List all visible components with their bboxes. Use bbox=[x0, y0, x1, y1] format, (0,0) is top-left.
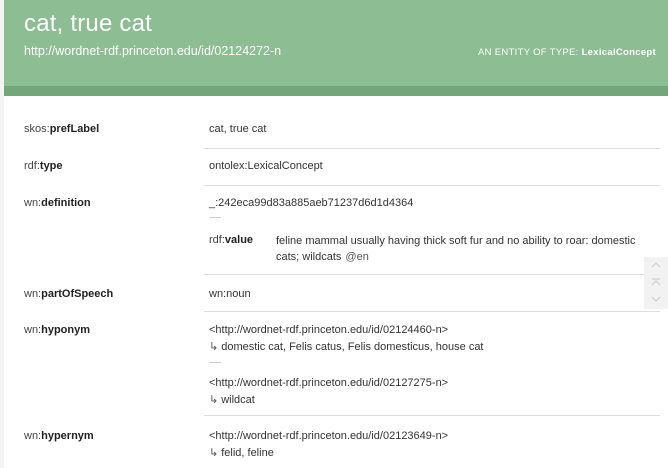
property-name[interactable]: wn:hypernym bbox=[24, 430, 94, 442]
item-divider bbox=[209, 362, 221, 363]
definition-text: feline mammal usually having thick soft … bbox=[276, 235, 636, 263]
arrow-icon: ↳ bbox=[209, 341, 219, 353]
hypernym-uri[interactable]: <http://wordnet-rdf.princeton.edu/id/021… bbox=[209, 430, 448, 442]
property-name[interactable]: skos:prefLabel bbox=[24, 123, 99, 135]
entity-type: AN ENTITY OF TYPE: LexicalConcept bbox=[478, 47, 656, 58]
row-divider bbox=[204, 415, 660, 416]
hyponym-uri[interactable]: <http://wordnet-rdf.princeton.edu/id/021… bbox=[209, 324, 448, 336]
entity-type-link[interactable]: LexicalConcept bbox=[582, 47, 656, 58]
language-tag: @en bbox=[345, 251, 369, 263]
property-name[interactable]: wn:hyponym bbox=[24, 324, 90, 336]
row-divider bbox=[204, 148, 660, 149]
hyponym-label: ↳ wildcat bbox=[209, 394, 255, 406]
header-divider-bar bbox=[4, 86, 668, 96]
property-value: cat, true cat bbox=[209, 123, 267, 135]
blank-node-id[interactable]: _:242eca99d83a885aeb71237d6d1d4364 bbox=[209, 197, 413, 209]
hyponym-uri[interactable]: <http://wordnet-rdf.princeton.edu/id/021… bbox=[209, 377, 448, 389]
property-name[interactable]: wn:partOfSpeech bbox=[24, 288, 113, 300]
row-divider bbox=[204, 274, 660, 275]
property-name[interactable]: rdf:type bbox=[24, 160, 63, 172]
property-value[interactable]: wn:noun bbox=[209, 288, 251, 300]
entity-uri[interactable]: http://wordnet-rdf.princeton.edu/id/0212… bbox=[24, 44, 281, 58]
property-name[interactable]: wn:definition bbox=[24, 197, 91, 209]
scroll-controls bbox=[644, 257, 668, 309]
row-divider bbox=[204, 185, 660, 186]
skip-top-icon[interactable] bbox=[644, 274, 668, 291]
arrow-icon: ↳ bbox=[209, 447, 219, 459]
chevron-down-icon[interactable] bbox=[644, 291, 668, 308]
nested-divider bbox=[209, 217, 221, 218]
page-title: cat, true cat bbox=[24, 10, 152, 37]
hyponym-label: ↳ domestic cat, Felis catus, Felis domest… bbox=[209, 341, 484, 353]
arrow-icon: ↳ bbox=[209, 394, 219, 406]
chevron-up-icon[interactable] bbox=[644, 257, 668, 274]
property-value[interactable]: ontolex:LexicalConcept bbox=[209, 160, 323, 172]
nested-property-name[interactable]: rdf:value bbox=[209, 234, 253, 246]
row-divider bbox=[204, 311, 660, 312]
hypernym-label: ↳ felid, feline bbox=[209, 447, 274, 459]
page-header: cat, true cat http://wordnet-rdf.princet… bbox=[4, 0, 668, 86]
entity-type-prefix: AN ENTITY OF TYPE: bbox=[478, 47, 582, 58]
properties-table: skos:prefLabel cat, true cat rdf:type on… bbox=[4, 96, 668, 468]
